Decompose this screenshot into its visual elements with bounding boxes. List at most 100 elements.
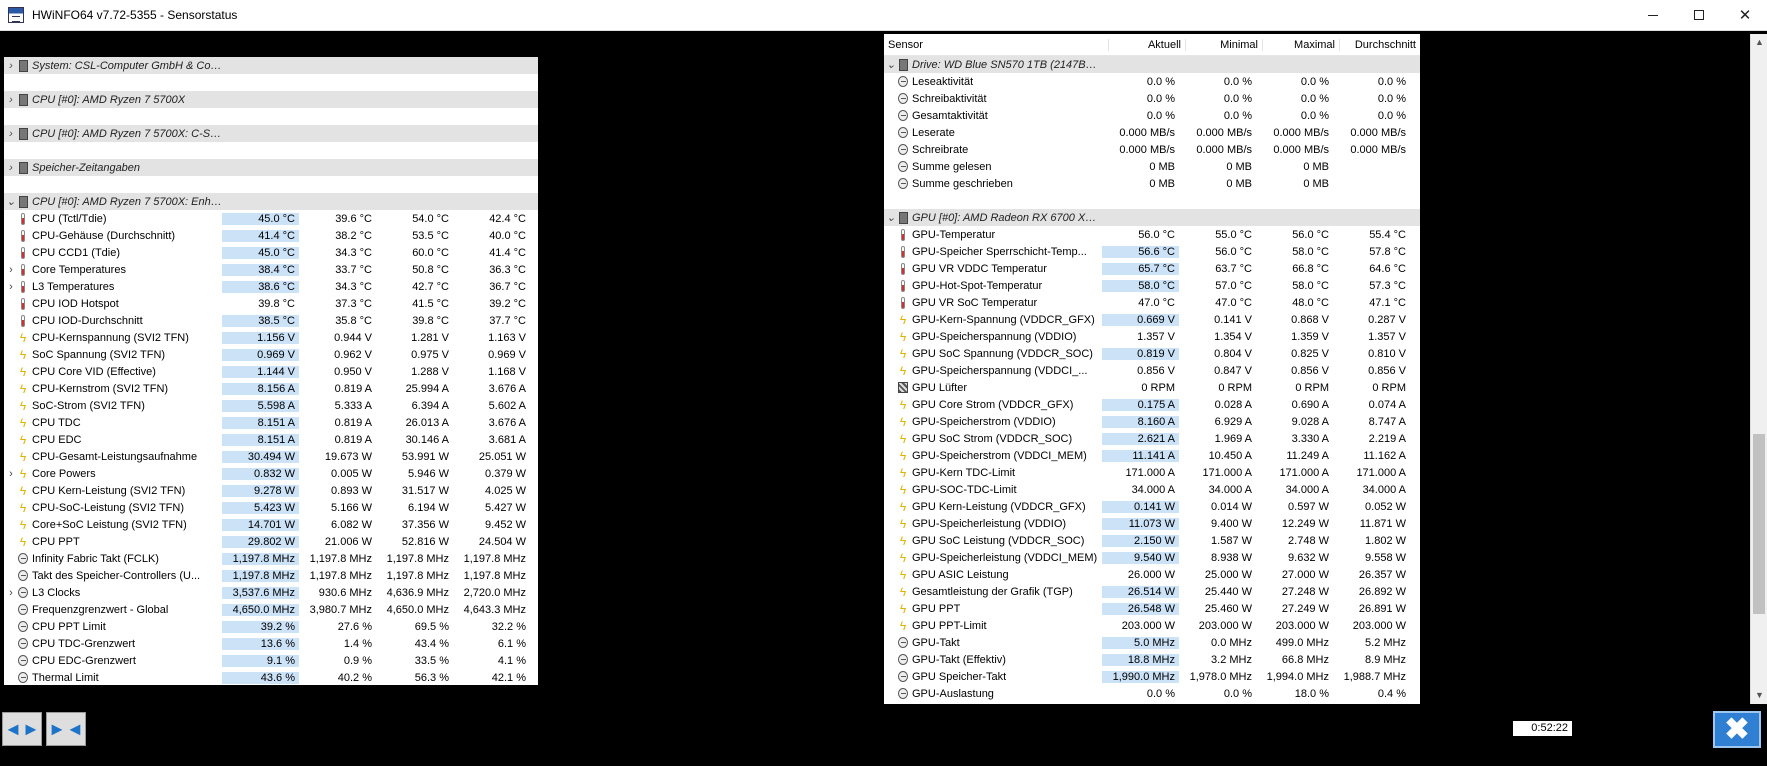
sensor-row[interactable]: Summe geschrieben 0 MB 0 MB 0 MB [884, 175, 1420, 192]
sensor-row[interactable]: ϟ CPU Core VID (Effective) 1.144 V 0.950 V 1… [4, 363, 538, 380]
sensor-row[interactable]: GPU-Takt 5.0 MHz 0.0 MHz 499.0 MHz 5.2 MHz [884, 634, 1420, 651]
column-avg[interactable]: Durchschnitt [1340, 39, 1420, 51]
sensor-row[interactable]: CPU-Gehäuse (Durchschnitt) 41.4 °C 38.2 °C… [4, 227, 538, 244]
sensor-row[interactable]: ϟ GPU-Speicherspannung (VDDCI_... 0.856 V 0… [884, 362, 1420, 379]
sensor-row[interactable]: CPU CCD1 (Tdie) 45.0 °C 34.3 °C 60.0 °C 41.4… [4, 244, 538, 261]
chevron-down-icon[interactable]: ⌄ [4, 195, 18, 208]
sensor-row[interactable]: ϟ GPU-Speicherleistung (VDDCI_MEM) 9.540 W… [884, 549, 1420, 566]
sensor-row[interactable]: › L3 Clocks 3,537.6 MHz 930.6 MHz 4,636.9 MH… [4, 584, 538, 601]
sensor-row[interactable]: GPU VR VDDC Temperatur 65.7 °C 63.7 °C 66.8… [884, 260, 1420, 277]
sensor-row[interactable]: ϟ CPU-Kernspannung (SVI2 TFN) 1.156 V 0.944… [4, 329, 538, 346]
nav-expand-button[interactable]: ◄► [2, 712, 42, 746]
sensor-row[interactable]: Takt des Speicher-Controllers (U... 1,197… [4, 567, 538, 584]
sensor-row[interactable]: ϟ GPU Core Strom (VDDCR_GFX) 0.175 A 0.028 … [884, 396, 1420, 413]
sensor-row[interactable]: ϟ GPU PPT 26.548 W 25.460 W 27.249 W 26.891 W [884, 600, 1420, 617]
column-min[interactable]: Minimal [1186, 38, 1263, 51]
sensor-group-row[interactable]: › CPU [#0]: AMD Ryzen 7 5700X: C-State Be… [4, 125, 538, 142]
sensor-row[interactable]: ϟ GPU SoC Leistung (VDDCR_SOC) 2.150 W 1.58… [884, 532, 1420, 549]
sensor-row[interactable]: GPU VR SoC Temperatur 47.0 °C 47.0 °C 48.0 … [884, 294, 1420, 311]
maximize-button[interactable] [1676, 0, 1722, 30]
sensor-row[interactable]: Gesamtaktivität 0.0 % 0.0 % 0.0 % 0.0 % [884, 107, 1420, 124]
column-sensor[interactable]: Sensor [884, 38, 1109, 51]
sensor-row[interactable]: ϟ GPU-Speicherspannung (VDDIO) 1.357 V 1.35… [884, 328, 1420, 345]
sensor-row[interactable]: ϟ GPU PPT-Limit 203.000 W 203.000 W 203.000 … [884, 617, 1420, 634]
vertical-scrollbar[interactable]: ▲ ▼ [1750, 34, 1767, 704]
sensor-row[interactable]: ϟ CPU-Gesamt-Leistungsaufnahme 30.494 W 19.… [4, 448, 538, 465]
sensor-row[interactable]: GPU Speicher-Takt 1,990.0 MHz 1,978.0 MHz 1… [884, 668, 1420, 685]
sensor-row[interactable]: ϟ SoC-Strom (SVI2 TFN) 5.598 A 5.333 A 6.394… [4, 397, 538, 414]
chevron-right-icon[interactable]: › [4, 468, 18, 480]
sensor-row[interactable]: ϟ GPU-Speicherstrom (VDDCI_MEM) 11.141 A 10… [884, 447, 1420, 464]
sensor-panel-left[interactable]: › System: CSL-Computer GmbH & Co. KG 5816… [4, 57, 538, 685]
sensor-row[interactable]: Summe gelesen 0 MB 0 MB 0 MB [884, 158, 1420, 175]
nav-collapse-button[interactable]: ►◄ [46, 712, 86, 746]
sensor-row[interactable]: GPU-Temperatur 56.0 °C 55.0 °C 56.0 °C 55.4 … [884, 226, 1420, 243]
sensor-row[interactable]: ϟ GPU ASIC Leistung 26.000 W 25.000 W 27.000… [884, 566, 1420, 583]
sensor-row[interactable]: Leserate 0.000 MB/s 0.000 MB/s 0.000 MB/s 0.… [884, 124, 1420, 141]
sensor-row[interactable]: ϟ GPU SoC Spannung (VDDCR_SOC) 0.819 V 0.80… [884, 345, 1420, 362]
sensor-row[interactable]: ϟ CPU EDC 8.151 A 0.819 A 30.146 A 3.681 A [4, 431, 538, 448]
sensor-row[interactable]: ϟ CPU TDC 8.151 A 0.819 A 26.013 A 3.676 A [4, 414, 538, 431]
sensor-row[interactable]: CPU EDC-Grenzwert 9.1 % 0.9 % 33.5 % 4.1 % [4, 652, 538, 669]
sensor-row[interactable]: CPU TDC-Grenzwert 13.6 % 1.4 % 43.4 % 6.1 % [4, 635, 538, 652]
close-button[interactable]: ✕ [1722, 0, 1767, 30]
column-current[interactable]: Aktuell [1109, 38, 1186, 51]
sensor-group-row[interactable]: ⌄ Drive: WD Blue SN570 1TB (2147BW449901) [884, 56, 1420, 73]
sensor-row[interactable]: ϟ GPU-Kern TDC-Limit 171.000 A 171.000 A 171… [884, 464, 1420, 481]
value-avg: 57.3 °C [1369, 279, 1406, 292]
sensor-row[interactable]: ϟ GPU-Speicherleistung (VDDIO) 11.073 W 9.4… [884, 515, 1420, 532]
sensor-row[interactable]: CPU PPT Limit 39.2 % 27.6 % 69.5 % 32.2 % [4, 618, 538, 635]
sensor-name-cell: CPU CCD1 (Tdie) [4, 246, 222, 259]
sensor-row[interactable]: Infinity Fabric Takt (FCLK) 1,197.8 MHz 1,… [4, 550, 538, 567]
sensor-group-row[interactable]: › Speicher-Zeitangaben [4, 159, 538, 176]
chevron-right-icon[interactable]: › [4, 60, 18, 72]
sensor-row[interactable]: ϟ GPU Kern-Leistung (VDDCR_GFX) 0.141 W 0.0… [884, 498, 1420, 515]
sensor-row[interactable]: GPU-Speicher Sperrschicht-Temp... 56.6 °C… [884, 243, 1420, 260]
sensor-row[interactable]: GPU-Takt (Effektiv) 18.8 MHz 3.2 MHz 66.8 M… [884, 651, 1420, 668]
chevron-right-icon[interactable]: › [4, 281, 18, 293]
chevron-right-icon[interactable]: › [4, 264, 18, 276]
sensor-row[interactable]: GPU Lüfter 0 RPM 0 RPM 0 RPM 0 RPM [884, 379, 1420, 396]
sensor-row[interactable]: › L3 Temperatures 38.6 °C 34.3 °C 42.7 °C 36.… [4, 278, 538, 295]
scroll-down-icon[interactable]: ▼ [1751, 687, 1767, 704]
sensor-row[interactable]: ϟ CPU-Kernstrom (SVI2 TFN) 8.156 A 0.819 A 2… [4, 380, 538, 397]
sensor-row[interactable]: GPU-Auslastung 0.0 % 0.0 % 18.0 % 0.4 % [884, 685, 1420, 702]
chevron-right-icon[interactable]: › [4, 587, 18, 599]
sensor-row[interactable]: CPU (Tctl/Tdie) 45.0 °C 39.6 °C 54.0 °C 42.4… [4, 210, 538, 227]
sensor-group-row[interactable]: › System: CSL-Computer GmbH & Co. KG 5816 [4, 57, 538, 74]
sensor-row[interactable]: GPU-Hot-Spot-Temperatur 58.0 °C 57.0 °C 58.… [884, 277, 1420, 294]
scrollbar-thumb[interactable] [1753, 434, 1765, 614]
sensor-row[interactable]: Schreibrate 0.000 MB/s 0.000 MB/s 0.000 MB/… [884, 141, 1420, 158]
sensor-panel-right[interactable]: Sensor Aktuell Minimal Maximal Durchschn… [884, 34, 1420, 704]
chevron-right-icon[interactable]: › [4, 94, 18, 106]
chevron-right-icon[interactable]: › [4, 162, 18, 174]
sensor-row[interactable]: ϟ Core+SoC Leistung (SVI2 TFN) 14.701 W 6.0… [4, 516, 538, 533]
sensor-row[interactable]: CPU IOD-Durchschnitt 38.5 °C 35.8 °C 39.8 °… [4, 312, 538, 329]
sensor-row[interactable]: ϟ GPU-Kern-Spannung (VDDCR_GFX) 0.669 V 0.1… [884, 311, 1420, 328]
sensor-row[interactable]: ϟ SoC Spannung (SVI2 TFN) 0.969 V 0.962 V 0.… [4, 346, 538, 363]
sensor-row[interactable]: CPU IOD Hotspot 39.8 °C 37.3 °C 41.5 °C 39.2… [4, 295, 538, 312]
exit-button[interactable]: ✖ [1713, 711, 1761, 748]
chevron-down-icon[interactable]: ⌄ [884, 58, 898, 71]
sensor-row[interactable]: › Core Temperatures 38.4 °C 33.7 °C 50.8 °C 3… [4, 261, 538, 278]
sensor-row[interactable]: Leseaktivität 0.0 % 0.0 % 0.0 % 0.0 % [884, 73, 1420, 90]
column-max[interactable]: Maximal [1263, 38, 1340, 51]
sensor-row[interactable]: ϟ GPU-Speicherstrom (VDDIO) 8.160 A 6.929 A… [884, 413, 1420, 430]
sensor-group-row[interactable]: ⌄ GPU [#0]: AMD Radeon RX 6700 XT: ASUS T… [884, 209, 1420, 226]
sensor-row[interactable]: Frequenzgrenzwert - Global 4,650.0 MHz 3,9… [4, 601, 538, 618]
sensor-row[interactable]: › ϟ Core Powers 0.832 W 0.005 W 5.946 W 0.379 … [4, 465, 538, 482]
sensor-group-row[interactable]: ⌄ CPU [#0]: AMD Ryzen 7 5700X: Enhanced [4, 193, 538, 210]
chevron-down-icon[interactable]: ⌄ [884, 211, 898, 224]
sensor-row[interactable]: ϟ GPU SoC Strom (VDDCR_SOC) 2.621 A 1.969 A… [884, 430, 1420, 447]
sensor-row[interactable]: Thermal Limit 43.6 % 40.2 % 56.3 % 42.1 % [4, 669, 538, 685]
sensor-row[interactable]: ϟ CPU-SoC-Leistung (SVI2 TFN) 5.423 W 5.166… [4, 499, 538, 516]
chevron-right-icon[interactable]: › [4, 128, 18, 140]
sensor-row[interactable]: ϟ Gesamtleistung der Grafik (TGP) 26.514 W… [884, 583, 1420, 600]
sensor-row[interactable]: Schreibaktivität 0.0 % 0.0 % 0.0 % 0.0 % [884, 90, 1420, 107]
sensor-row[interactable]: ϟ GPU-SOC-TDC-Limit 34.000 A 34.000 A 34.000… [884, 481, 1420, 498]
minimize-button[interactable] [1630, 0, 1676, 30]
sensor-row[interactable]: ϟ CPU PPT 29.802 W 21.006 W 52.816 W 24.504 W [4, 533, 538, 550]
scroll-up-icon[interactable]: ▲ [1751, 34, 1767, 51]
sensor-row[interactable]: ϟ CPU Kern-Leistung (SVI2 TFN) 9.278 W 0.89… [4, 482, 538, 499]
sensor-group-row[interactable]: › CPU [#0]: AMD Ryzen 7 5700X [4, 91, 538, 108]
